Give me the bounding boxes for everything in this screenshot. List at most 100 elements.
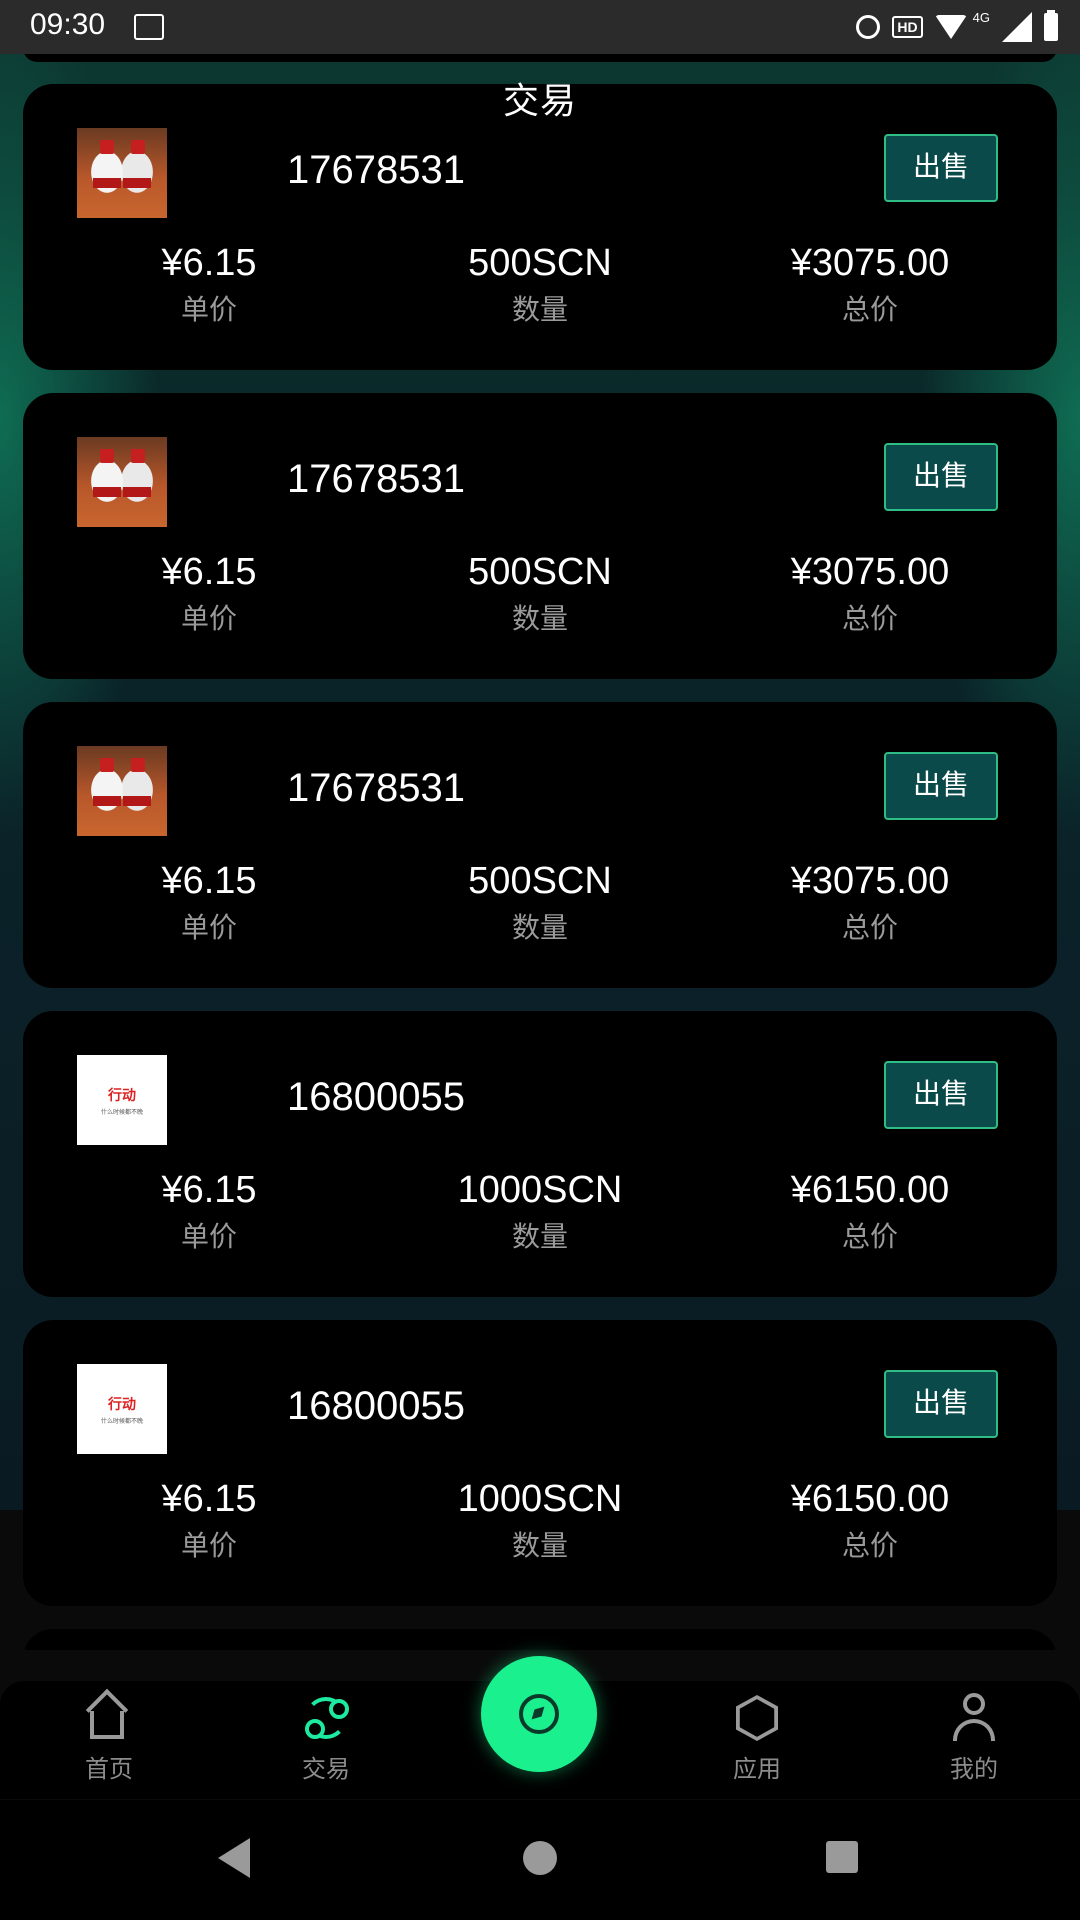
total-price-label: 总价 bbox=[841, 1529, 898, 1562]
tab-home-label: 首页 bbox=[85, 1755, 133, 1783]
total-price-value: ¥6150.00 bbox=[790, 1478, 950, 1520]
compass-icon bbox=[519, 1694, 559, 1734]
quantity: 500SCN 数量 bbox=[390, 240, 690, 330]
cube-icon bbox=[730, 1691, 784, 1745]
unit-price-value: ¥6.15 bbox=[161, 551, 257, 593]
unit-price-label: 单价 bbox=[180, 1220, 237, 1253]
unit-price-label: 单价 bbox=[180, 293, 237, 326]
order-id: 17678531 bbox=[287, 148, 465, 192]
unit-price-value: ¥6.15 bbox=[161, 1478, 257, 1520]
order-card: 17678531 出售 ¥6.15 单价 500SCN 数量 ¥3075.00 总价 bbox=[23, 393, 1057, 679]
unit-price-label: 单价 bbox=[180, 602, 237, 635]
alarm-icon bbox=[856, 15, 881, 39]
page-title: 交易 bbox=[502, 81, 577, 122]
order-id: 16800055 bbox=[287, 1384, 465, 1428]
total-price-value: ¥3075.00 bbox=[790, 551, 950, 593]
home-circle-icon[interactable] bbox=[523, 1841, 557, 1875]
product-thumbnail bbox=[77, 437, 167, 527]
image-notification-icon bbox=[134, 14, 164, 40]
product-thumbnail bbox=[77, 128, 167, 218]
exchange-icon bbox=[299, 1691, 353, 1745]
quantity-label: 数量 bbox=[511, 293, 568, 326]
quantity-value: 1000SCN bbox=[457, 1169, 623, 1211]
total-price-label: 总价 bbox=[841, 602, 898, 635]
sell-button[interactable]: 出售 bbox=[884, 1061, 998, 1129]
tab-mine-label: 我的 bbox=[950, 1755, 998, 1783]
tab-apps-label: 应用 bbox=[733, 1755, 781, 1783]
quantity-value: 500SCN bbox=[468, 242, 612, 284]
order-id: 17678531 bbox=[287, 766, 465, 810]
quantity-value: 1000SCN bbox=[457, 1478, 623, 1520]
tab-trade-label: 交易 bbox=[302, 1755, 350, 1783]
quantity-value: 500SCN bbox=[468, 551, 612, 593]
total-price-label: 总价 bbox=[841, 1220, 898, 1253]
thumbnail-subtitle: 什么时候都不晚 bbox=[100, 1109, 143, 1116]
quantity-label: 数量 bbox=[511, 911, 568, 944]
unit-price: ¥6.15 单价 bbox=[59, 858, 359, 948]
sell-button[interactable]: 出售 bbox=[884, 1370, 998, 1438]
hd-icon: HD bbox=[892, 16, 923, 38]
tab-trade[interactable]: 交易 bbox=[256, 1691, 396, 1784]
recent-apps-icon[interactable] bbox=[826, 1841, 858, 1873]
total-price-value: ¥3075.00 bbox=[790, 242, 950, 284]
total-price-label: 总价 bbox=[841, 911, 898, 944]
unit-price-value: ¥6.15 bbox=[161, 242, 257, 284]
sell-button[interactable]: 出售 bbox=[884, 443, 998, 511]
unit-price-value: ¥6.15 bbox=[161, 1169, 257, 1211]
unit-price: ¥6.15 单价 bbox=[59, 549, 359, 639]
quantity-label: 数量 bbox=[511, 602, 568, 635]
total-price-value: ¥6150.00 bbox=[790, 1169, 950, 1211]
quantity: 1000SCN 数量 bbox=[390, 1167, 690, 1257]
quantity-label: 数量 bbox=[511, 1220, 568, 1253]
home-icon bbox=[82, 1691, 136, 1745]
unit-price-label: 单价 bbox=[180, 911, 237, 944]
order-id: 16800055 bbox=[287, 1075, 465, 1119]
product-thumbnail bbox=[77, 746, 167, 836]
back-icon[interactable] bbox=[218, 1838, 250, 1878]
order-card: 行动 什么时候都不晚 16800055 出售 ¥6.15 单价 1000SCN 数量… bbox=[23, 1011, 1057, 1297]
signal-icon bbox=[1002, 12, 1032, 42]
wifi-icon bbox=[934, 15, 967, 39]
card-partial-bottom bbox=[23, 1629, 1057, 1650]
thumbnail-title: 行动 bbox=[108, 1088, 136, 1104]
card-partial-top bbox=[23, 54, 1057, 62]
order-card: 17678531 出售 ¥6.15 单价 500SCN 数量 ¥3075.00 总价 bbox=[23, 702, 1057, 988]
quantity: 500SCN 数量 bbox=[390, 549, 690, 639]
unit-price: ¥6.15 单价 bbox=[59, 240, 359, 330]
order-id: 17678531 bbox=[287, 457, 465, 501]
discover-fab-button[interactable] bbox=[481, 1656, 597, 1772]
network-type: 4G bbox=[972, 9, 990, 25]
total-price-label: 总价 bbox=[841, 293, 898, 326]
total-price: ¥3075.00 总价 bbox=[720, 858, 1020, 948]
unit-price: ¥6.15 单价 bbox=[59, 1476, 359, 1566]
system-navigation-bar bbox=[0, 1800, 1080, 1920]
tab-apps[interactable]: 应用 bbox=[687, 1691, 827, 1784]
total-price: ¥6150.00 总价 bbox=[720, 1476, 1020, 1566]
total-price: ¥6150.00 总价 bbox=[720, 1167, 1020, 1257]
quantity: 500SCN 数量 bbox=[390, 858, 690, 948]
sell-button[interactable]: 出售 bbox=[884, 752, 998, 820]
total-price-value: ¥3075.00 bbox=[790, 860, 950, 902]
total-price: ¥3075.00 总价 bbox=[720, 549, 1020, 639]
quantity-label: 数量 bbox=[511, 1529, 568, 1562]
tab-home[interactable]: 首页 bbox=[39, 1691, 179, 1784]
status-time: 09:30 bbox=[30, 8, 106, 41]
status-bar: 09:30 HD 4G bbox=[0, 0, 1080, 54]
status-icons: HD 4G bbox=[856, 8, 1058, 46]
order-card: 行动 什么时候都不晚 16800055 出售 ¥6.15 单价 1000SCN 数量… bbox=[23, 1320, 1057, 1606]
sell-button[interactable]: 出售 bbox=[884, 134, 998, 202]
user-icon bbox=[947, 1691, 1001, 1745]
total-price: ¥3075.00 总价 bbox=[720, 240, 1020, 330]
battery-icon bbox=[1044, 10, 1058, 41]
unit-price: ¥6.15 单价 bbox=[59, 1167, 359, 1257]
product-thumbnail: 行动 什么时候都不晚 bbox=[77, 1055, 167, 1145]
tab-mine[interactable]: 我的 bbox=[904, 1691, 1044, 1784]
thumbnail-subtitle: 什么时候都不晚 bbox=[100, 1418, 143, 1425]
unit-price-label: 单价 bbox=[180, 1529, 237, 1562]
thumbnail-title: 行动 bbox=[108, 1397, 136, 1413]
product-thumbnail: 行动 什么时候都不晚 bbox=[77, 1364, 167, 1454]
order-list[interactable]: 17678531 出售 ¥6.15 单价 500SCN 数量 ¥3075.00 总价 … bbox=[0, 54, 1080, 1650]
unit-price-value: ¥6.15 bbox=[161, 860, 257, 902]
quantity-value: 500SCN bbox=[468, 860, 612, 902]
quantity: 1000SCN 数量 bbox=[390, 1476, 690, 1566]
